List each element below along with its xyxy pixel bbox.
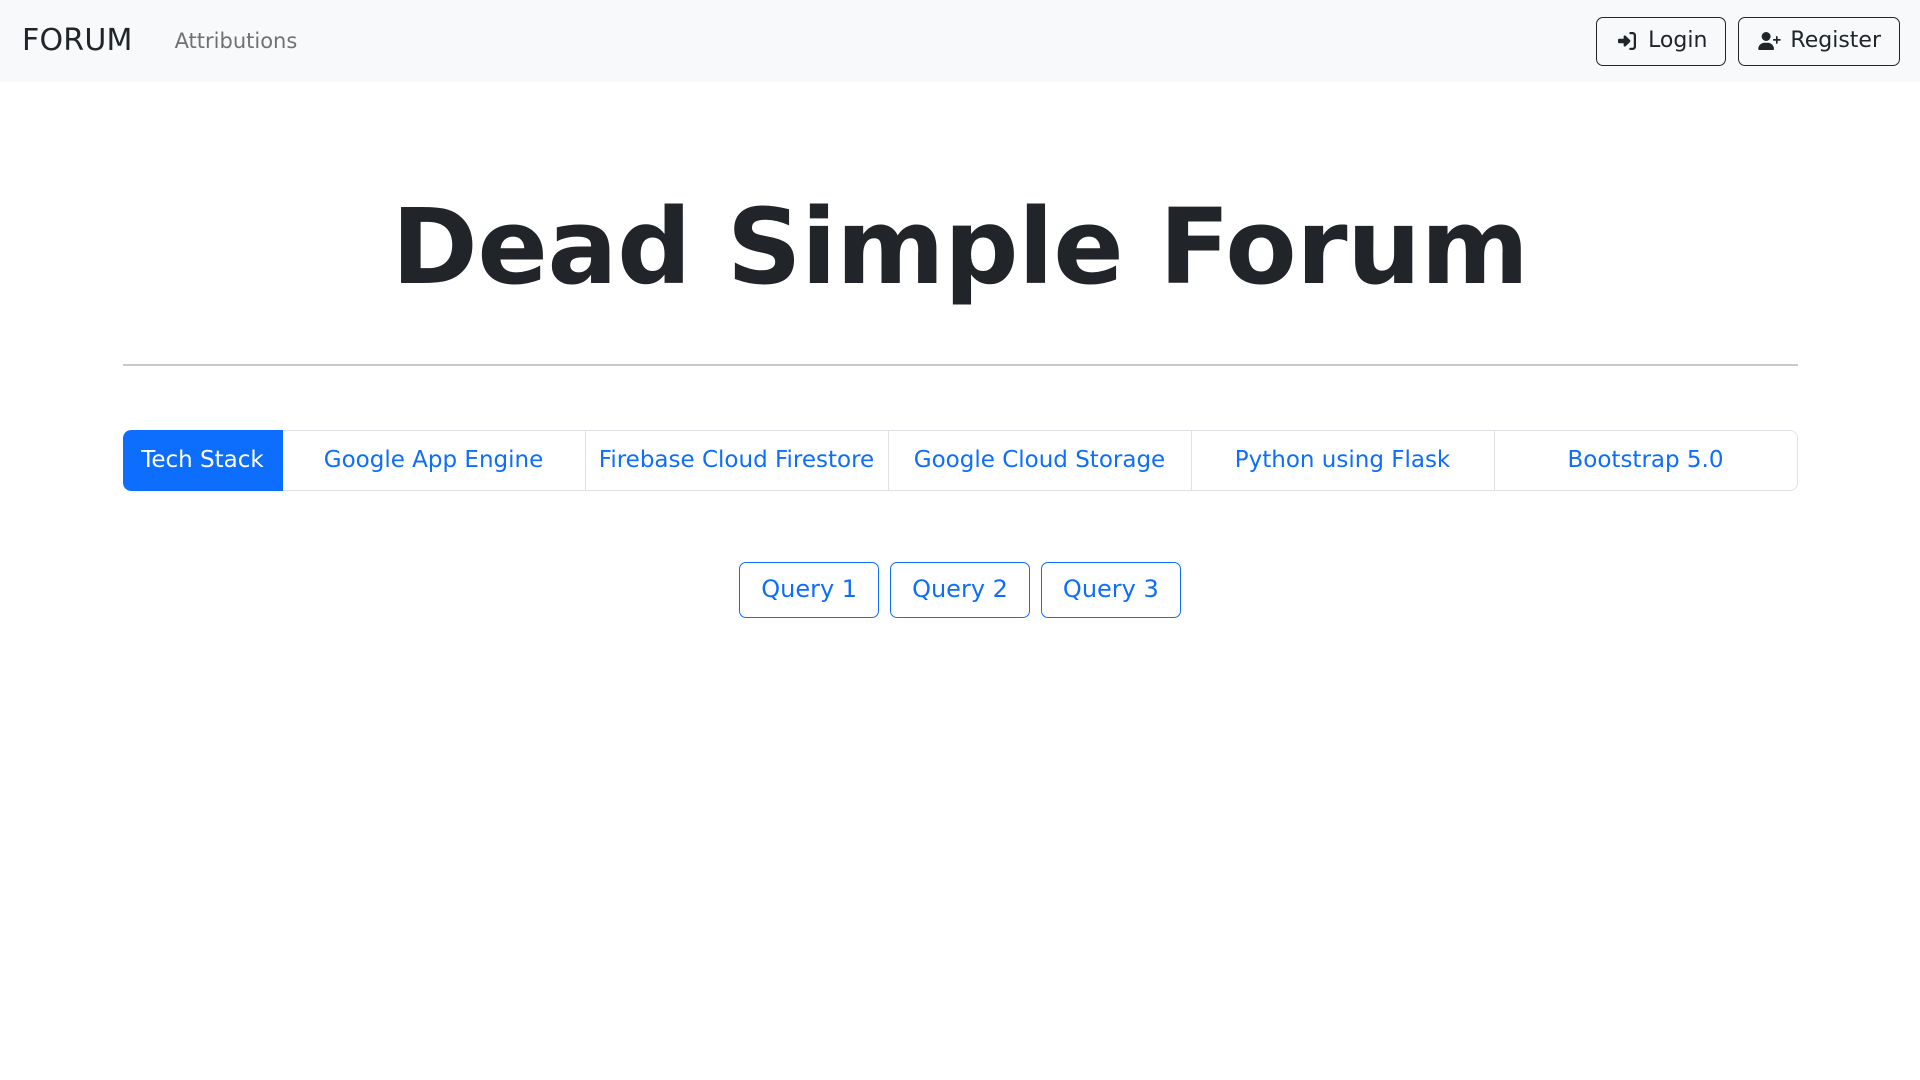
login-button[interactable]: Login [1596, 16, 1727, 66]
tab-google-app-engine[interactable]: Google App Engine [282, 430, 586, 492]
page-container: Dead Simple Forum Tech Stack Google App … [122, 82, 1798, 619]
main-content: Dead Simple Forum Tech Stack Google App … [0, 82, 1920, 619]
tech-stack-tab-group: Tech Stack Google App Engine Firebase Cl… [122, 430, 1798, 492]
tab-group-wrapper: Tech Stack Google App Engine Firebase Cl… [122, 430, 1798, 492]
register-button[interactable]: Register [1738, 16, 1900, 66]
tab-google-cloud-storage[interactable]: Google Cloud Storage [888, 430, 1192, 492]
tab-python-using-flask[interactable]: Python using Flask [1191, 430, 1495, 492]
register-button-label: Register [1790, 27, 1881, 53]
top-navbar: FORUM Attributions Login Register [0, 0, 1920, 82]
title-divider [122, 364, 1798, 367]
sign-in-icon [1615, 30, 1639, 52]
navbar-brand[interactable]: FORUM [22, 26, 133, 56]
tab-firebase-cloud-firestore[interactable]: Firebase Cloud Firestore [585, 430, 889, 492]
login-button-label: Login [1648, 27, 1708, 53]
tab-tech-stack[interactable]: Tech Stack [122, 430, 283, 492]
user-plus-icon [1757, 30, 1781, 52]
page-title: Dead Simple Forum [391, 186, 1529, 308]
query-buttons-row: Query 1 Query 2 Query 3 [123, 562, 1798, 619]
query-3-button[interactable]: Query 3 [1040, 562, 1181, 619]
navbar-nav: Attributions [175, 30, 298, 52]
nav-link-attributions[interactable]: Attributions [175, 30, 298, 52]
navbar-auth-actions: Login Register [1596, 16, 1900, 66]
query-1-button[interactable]: Query 1 [739, 562, 880, 619]
query-2-button[interactable]: Query 2 [890, 562, 1030, 619]
tab-bootstrap-5[interactable]: Bootstrap 5.0 [1494, 430, 1798, 492]
